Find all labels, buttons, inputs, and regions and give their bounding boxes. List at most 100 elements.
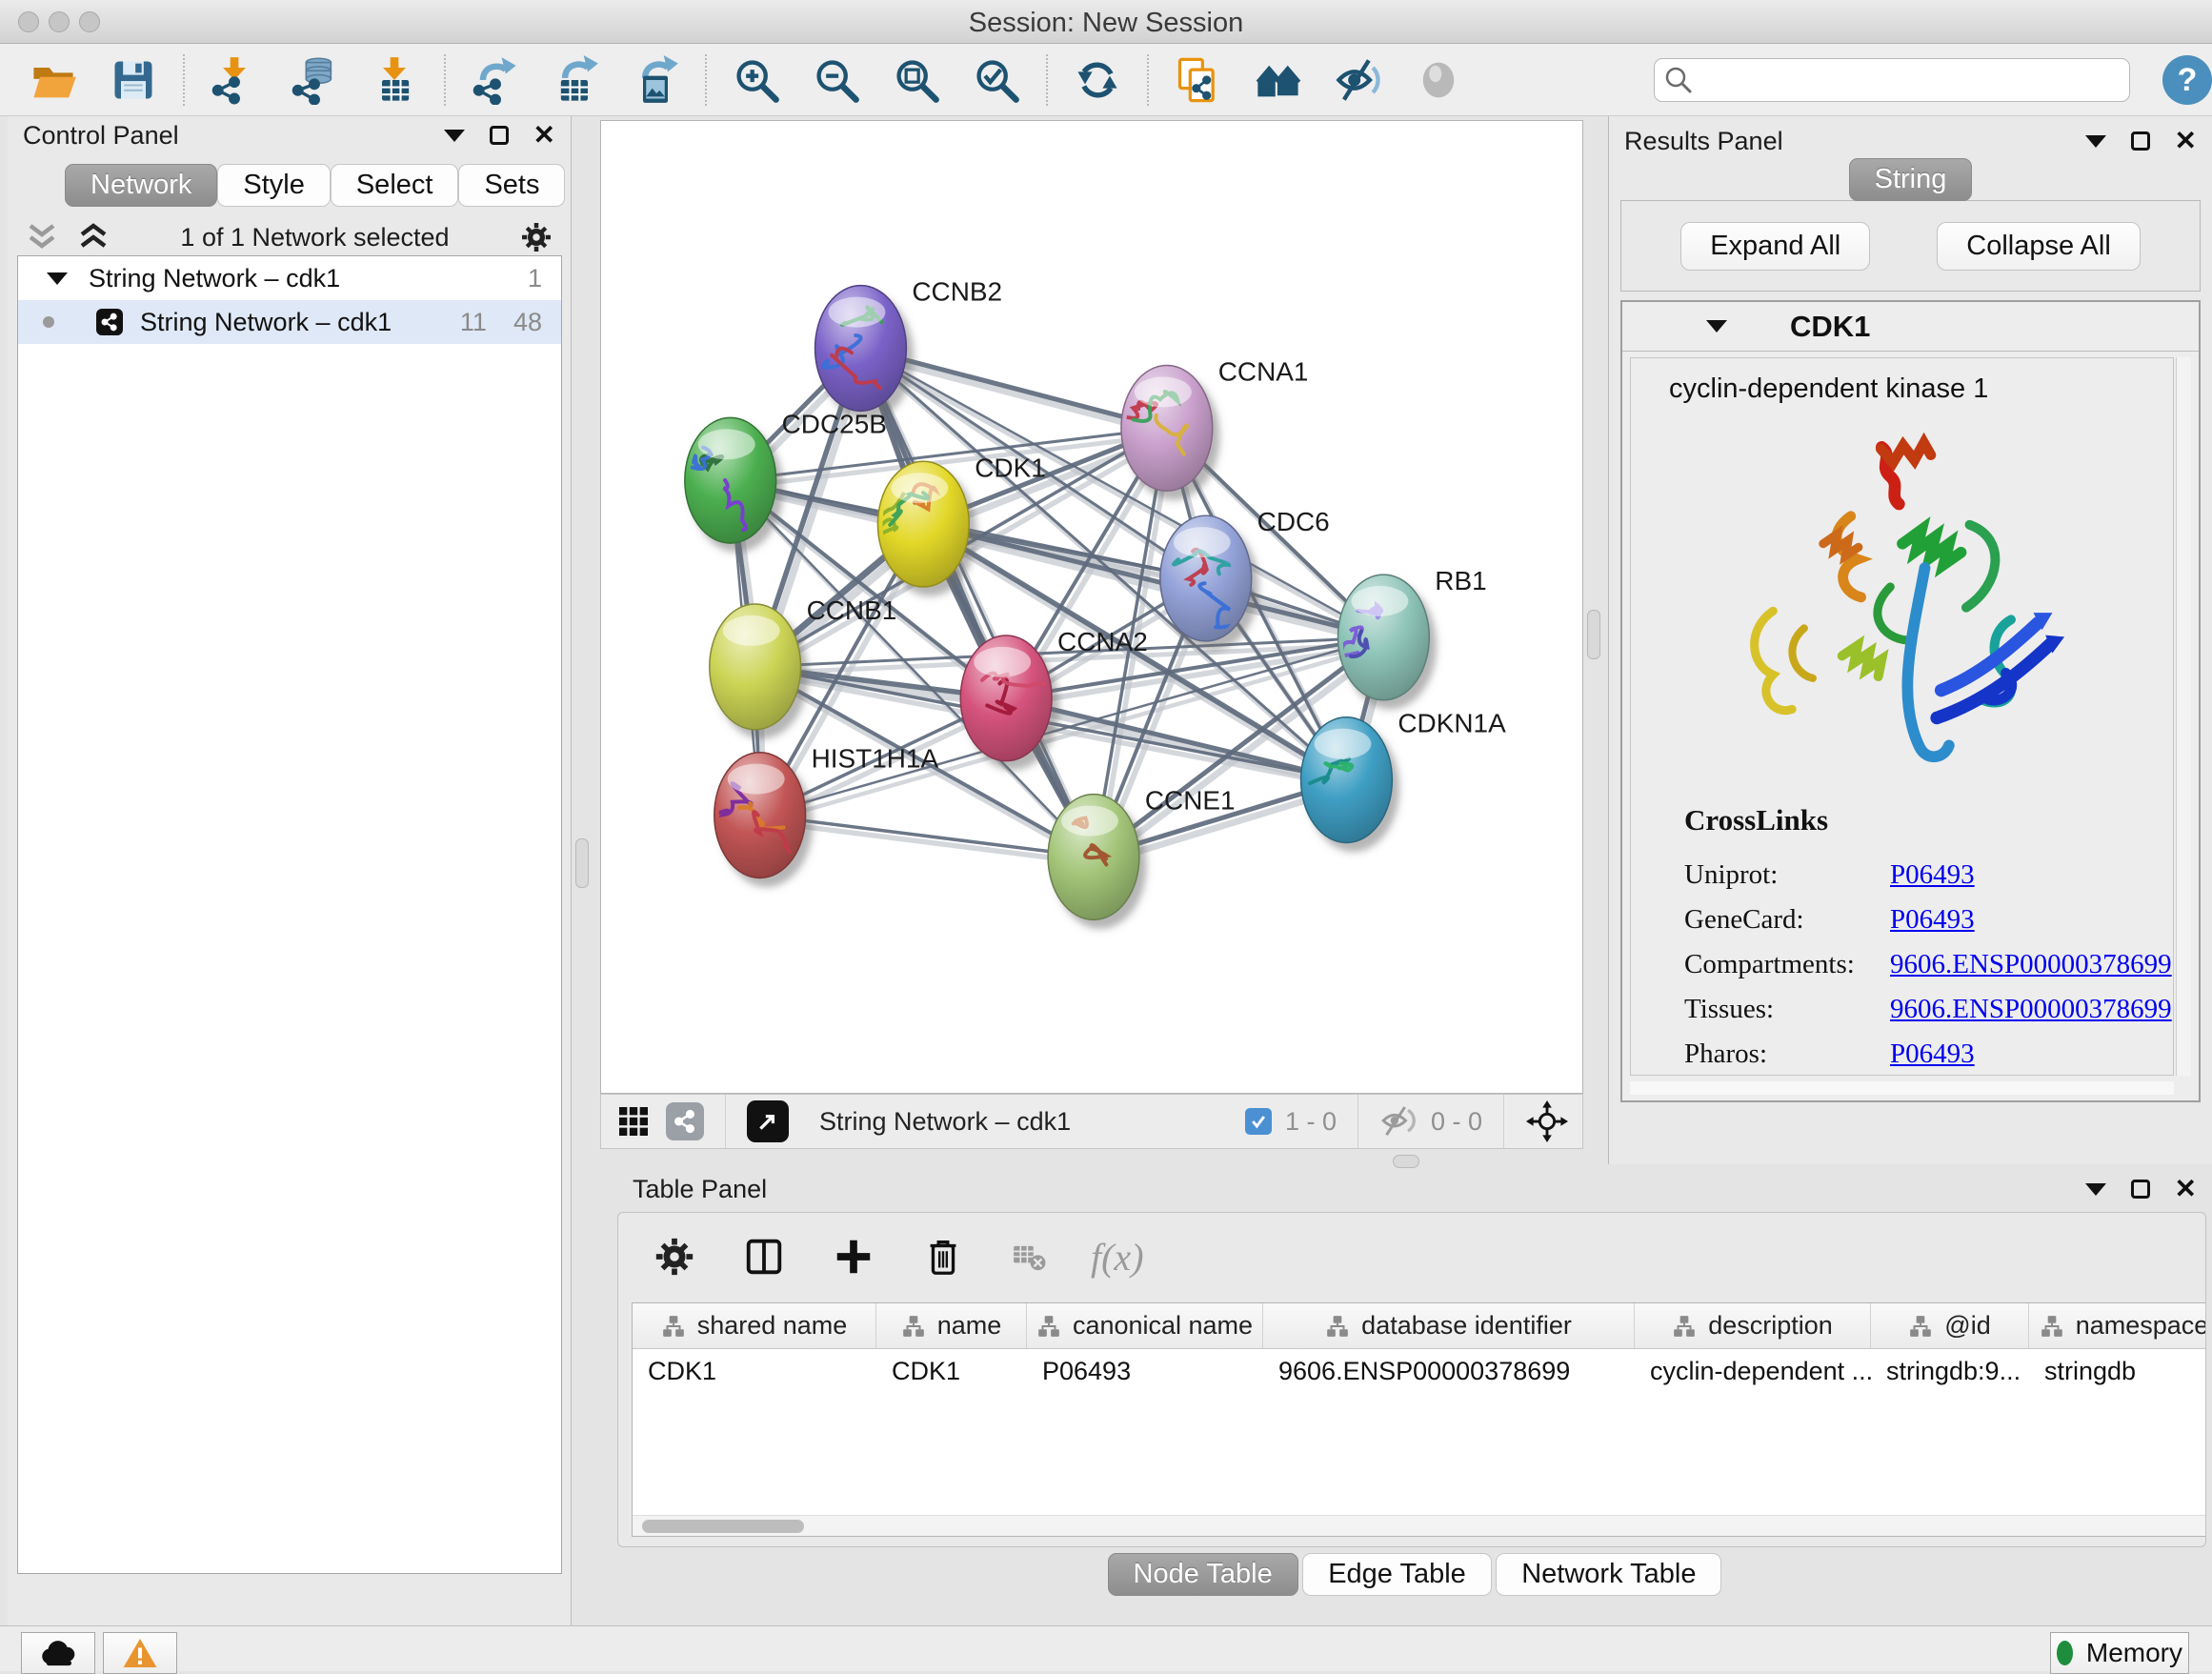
network-node-CDKN1A[interactable] bbox=[1301, 717, 1393, 843]
export-table-button[interactable] bbox=[549, 53, 602, 107]
function-builder-button[interactable]: f(x) bbox=[1091, 1235, 1144, 1280]
import-network-database-button[interactable] bbox=[288, 53, 341, 107]
collapse-panel-icon[interactable] bbox=[444, 130, 465, 142]
results-horizontal-scrollbar[interactable] bbox=[1630, 1081, 2174, 1095]
network-node-RB1[interactable] bbox=[1337, 575, 1429, 700]
scrollbar-thumb[interactable] bbox=[642, 1520, 804, 1533]
hidden-elements-icon[interactable] bbox=[1379, 1105, 1418, 1138]
delete-table-button[interactable] bbox=[1009, 1237, 1049, 1277]
network-row[interactable]: String Network – cdk1 11 48 bbox=[18, 300, 561, 344]
collapse-panel-icon[interactable] bbox=[2085, 135, 2106, 148]
export-network-button[interactable] bbox=[469, 53, 522, 107]
table-cell[interactable]: stringdb bbox=[2029, 1357, 2205, 1386]
network-node-CCNB1[interactable] bbox=[710, 604, 801, 730]
network-collection-row[interactable]: String Network – cdk1 1 bbox=[18, 256, 561, 300]
houses-button[interactable] bbox=[1252, 53, 1305, 107]
zoom-fit-button[interactable] bbox=[890, 53, 943, 107]
crosslink-link[interactable]: 9606.ENSP00000378699 bbox=[1890, 994, 2172, 1025]
table-horizontal-scrollbar[interactable] bbox=[633, 1515, 2205, 1536]
network-graph[interactable]: CCNB2CCNA1CDC25BCDK1CDC6RB1CCNB1CCNA2CDK… bbox=[601, 121, 1582, 1093]
column-header[interactable]: name bbox=[876, 1303, 1027, 1348]
close-panel-icon[interactable]: ✕ bbox=[2175, 1180, 2197, 1199]
node-details-header[interactable]: CDK1 bbox=[1622, 302, 2199, 352]
network-node-CCNB2[interactable] bbox=[815, 286, 907, 412]
crosslink-link[interactable]: P06493 bbox=[1890, 904, 1975, 936]
column-header[interactable]: canonical name bbox=[1027, 1303, 1263, 1348]
float-panel-icon[interactable] bbox=[2131, 1180, 2150, 1199]
column-header[interactable]: shared name bbox=[633, 1303, 876, 1348]
export-image-button[interactable] bbox=[629, 53, 682, 107]
search-input[interactable] bbox=[1654, 58, 2130, 102]
tree-expander-icon[interactable] bbox=[47, 272, 68, 285]
close-panel-icon[interactable]: ✕ bbox=[533, 126, 555, 145]
hide-selected-button[interactable] bbox=[1332, 53, 1385, 107]
section-expander-icon[interactable] bbox=[1706, 320, 1727, 333]
collapse-panel-icon[interactable] bbox=[2085, 1183, 2106, 1196]
tab-string[interactable]: String bbox=[1849, 158, 1973, 201]
refresh-button[interactable] bbox=[1071, 53, 1124, 107]
right-splitter-grip[interactable] bbox=[1587, 610, 1600, 659]
selected-nodes-checkbox[interactable] bbox=[1245, 1108, 1272, 1135]
zoom-out-button[interactable] bbox=[810, 53, 863, 107]
table-row[interactable]: CDK1CDK1P064939606.ENSP00000378699cyclin… bbox=[633, 1349, 2205, 1393]
network-options-gear-icon[interactable] bbox=[519, 220, 553, 254]
detach-view-icon[interactable] bbox=[747, 1100, 789, 1142]
grid-view-icon[interactable] bbox=[614, 1102, 653, 1140]
column-header[interactable]: description bbox=[1635, 1303, 1871, 1348]
add-column-button[interactable] bbox=[830, 1233, 877, 1281]
network-node-CCNE1[interactable] bbox=[1048, 795, 1139, 920]
table-cell[interactable]: 9606.ENSP00000378699 bbox=[1263, 1357, 1635, 1386]
network-view-icon[interactable] bbox=[666, 1102, 704, 1140]
network-node-CDC25B[interactable] bbox=[685, 417, 776, 543]
tab-select[interactable]: Select bbox=[331, 164, 459, 207]
tab-sets[interactable]: Sets bbox=[458, 164, 565, 207]
collapse-all-button[interactable]: Collapse All bbox=[1937, 222, 2141, 271]
left-splitter-grip[interactable] bbox=[575, 838, 589, 888]
table-cell[interactable]: stringdb:9... bbox=[1871, 1357, 2029, 1386]
column-header[interactable]: namespace bbox=[2029, 1303, 2205, 1348]
table-settings-button[interactable] bbox=[651, 1233, 698, 1281]
network-node-CDK1[interactable] bbox=[877, 461, 969, 587]
crosslink-link[interactable]: 9606.ENSP00000378699 bbox=[1890, 949, 2172, 980]
zoom-in-button[interactable] bbox=[730, 53, 783, 107]
collapse-all-networks-icon[interactable] bbox=[76, 223, 111, 252]
help-button[interactable]: ? bbox=[2162, 55, 2212, 105]
open-session-button[interactable] bbox=[27, 53, 80, 107]
network-node-CCNA2[interactable] bbox=[960, 635, 1052, 761]
show-columns-button[interactable] bbox=[740, 1233, 788, 1281]
tab-node-table[interactable]: Node Table bbox=[1108, 1553, 1298, 1596]
crosslink-link[interactable]: P06493 bbox=[1890, 1039, 1975, 1070]
expand-all-button[interactable]: Expand All bbox=[1680, 222, 1870, 271]
float-panel-icon[interactable] bbox=[490, 126, 509, 145]
float-panel-icon[interactable] bbox=[2131, 131, 2150, 151]
network-view[interactable]: CCNB2CCNA1CDC25BCDK1CDC6RB1CCNB1CCNA2CDK… bbox=[600, 120, 1583, 1094]
new-network-from-selection-button[interactable] bbox=[1172, 53, 1225, 107]
delete-column-button[interactable] bbox=[919, 1233, 967, 1281]
close-panel-icon[interactable]: ✕ bbox=[2175, 131, 2197, 151]
table-cell[interactable]: CDK1 bbox=[633, 1357, 876, 1386]
crosslink-link[interactable]: P06493 bbox=[1890, 859, 1975, 891]
tab-edge-table[interactable]: Edge Table bbox=[1302, 1553, 1492, 1596]
import-table-button[interactable] bbox=[368, 53, 421, 107]
save-session-button[interactable] bbox=[107, 53, 160, 107]
memory-button[interactable]: Memory bbox=[2050, 1632, 2189, 1674]
tab-network-table[interactable]: Network Table bbox=[1496, 1553, 1721, 1596]
network-node-CDC6[interactable] bbox=[1160, 515, 1252, 641]
column-header[interactable]: @id bbox=[1871, 1303, 2029, 1348]
tab-network[interactable]: Network bbox=[65, 164, 217, 207]
birdseye-navigator-icon[interactable] bbox=[1525, 1099, 1569, 1143]
bottom-splitter-grip[interactable] bbox=[1393, 1155, 1419, 1168]
results-vertical-scrollbar[interactable] bbox=[2176, 357, 2191, 1076]
table-cell[interactable]: cyclin-dependent ... bbox=[1635, 1357, 1871, 1386]
show-all-button[interactable] bbox=[1412, 53, 1465, 107]
tab-style[interactable]: Style bbox=[217, 164, 330, 207]
column-header[interactable]: database identifier bbox=[1263, 1303, 1635, 1348]
cloud-status-button[interactable] bbox=[21, 1632, 95, 1674]
import-network-file-button[interactable] bbox=[208, 53, 261, 107]
zoom-selected-button[interactable] bbox=[970, 53, 1023, 107]
warnings-button[interactable] bbox=[103, 1632, 177, 1674]
table-cell[interactable]: P06493 bbox=[1027, 1357, 1263, 1386]
expand-all-networks-icon[interactable] bbox=[25, 223, 59, 252]
network-node-HIST1H1A[interactable] bbox=[714, 753, 806, 878]
table-cell[interactable]: CDK1 bbox=[876, 1357, 1027, 1386]
